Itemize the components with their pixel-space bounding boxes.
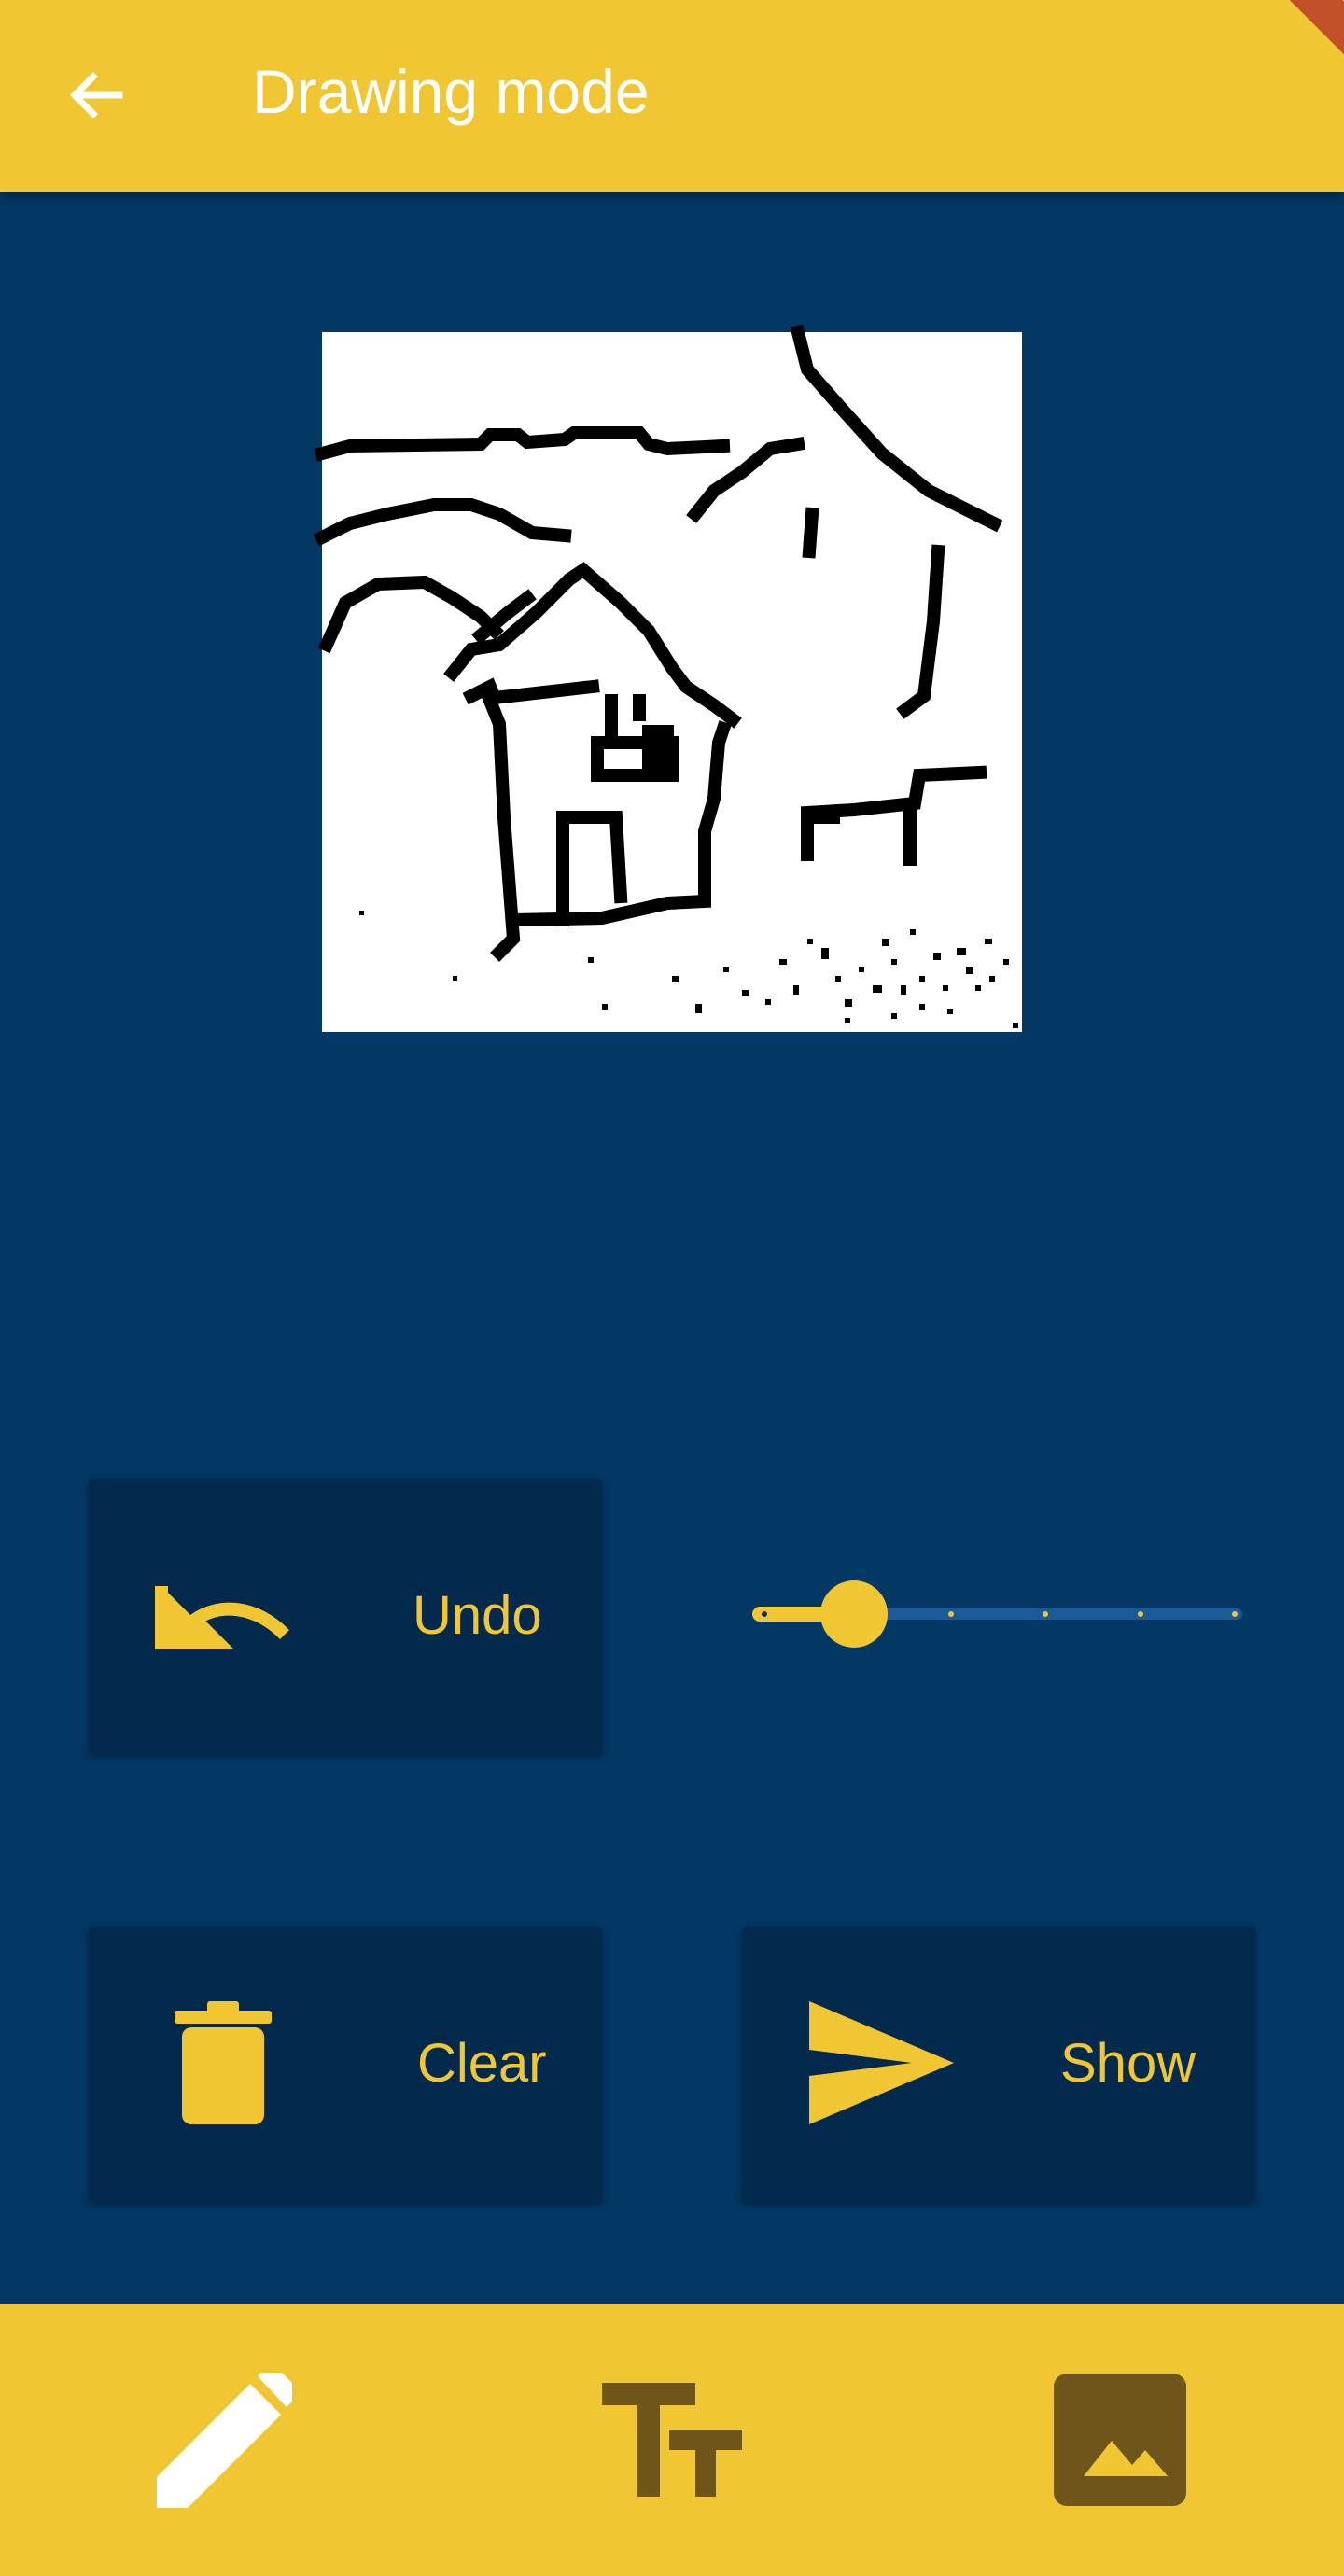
back-button[interactable] <box>65 65 125 125</box>
bottom-toolbar <box>0 2304 1344 2576</box>
trash-icon <box>175 2001 272 2124</box>
send-icon <box>809 2001 954 2124</box>
clear-button[interactable]: Clear <box>89 1927 602 2202</box>
undo-button[interactable]: Undo <box>89 1479 602 1754</box>
image-mode-button[interactable] <box>1027 2346 1213 2533</box>
slider-thumb[interactable] <box>820 1580 888 1648</box>
drawing-canvas[interactable] <box>313 324 1022 1032</box>
pencil-icon <box>156 2372 292 2508</box>
image-icon <box>1054 2374 1186 2506</box>
arrow-back-icon <box>70 72 123 118</box>
stroke-width-slider[interactable] <box>747 1577 1251 1651</box>
draw-mode-button[interactable] <box>131 2346 317 2533</box>
text-size-icon <box>602 2383 742 2497</box>
text-mode-button[interactable] <box>579 2346 765 2533</box>
undo-icon <box>155 1586 289 1649</box>
app-bar: Drawing mode <box>0 0 1344 192</box>
slider-track <box>752 1580 1242 1648</box>
sketch-drawing <box>313 324 1018 1028</box>
clear-label: Clear <box>417 2033 547 2094</box>
show-button[interactable]: Show <box>742 1927 1255 2202</box>
show-label: Show <box>1060 2033 1197 2094</box>
undo-label: Undo <box>413 1585 542 1646</box>
page-title: Drawing mode <box>252 57 650 126</box>
